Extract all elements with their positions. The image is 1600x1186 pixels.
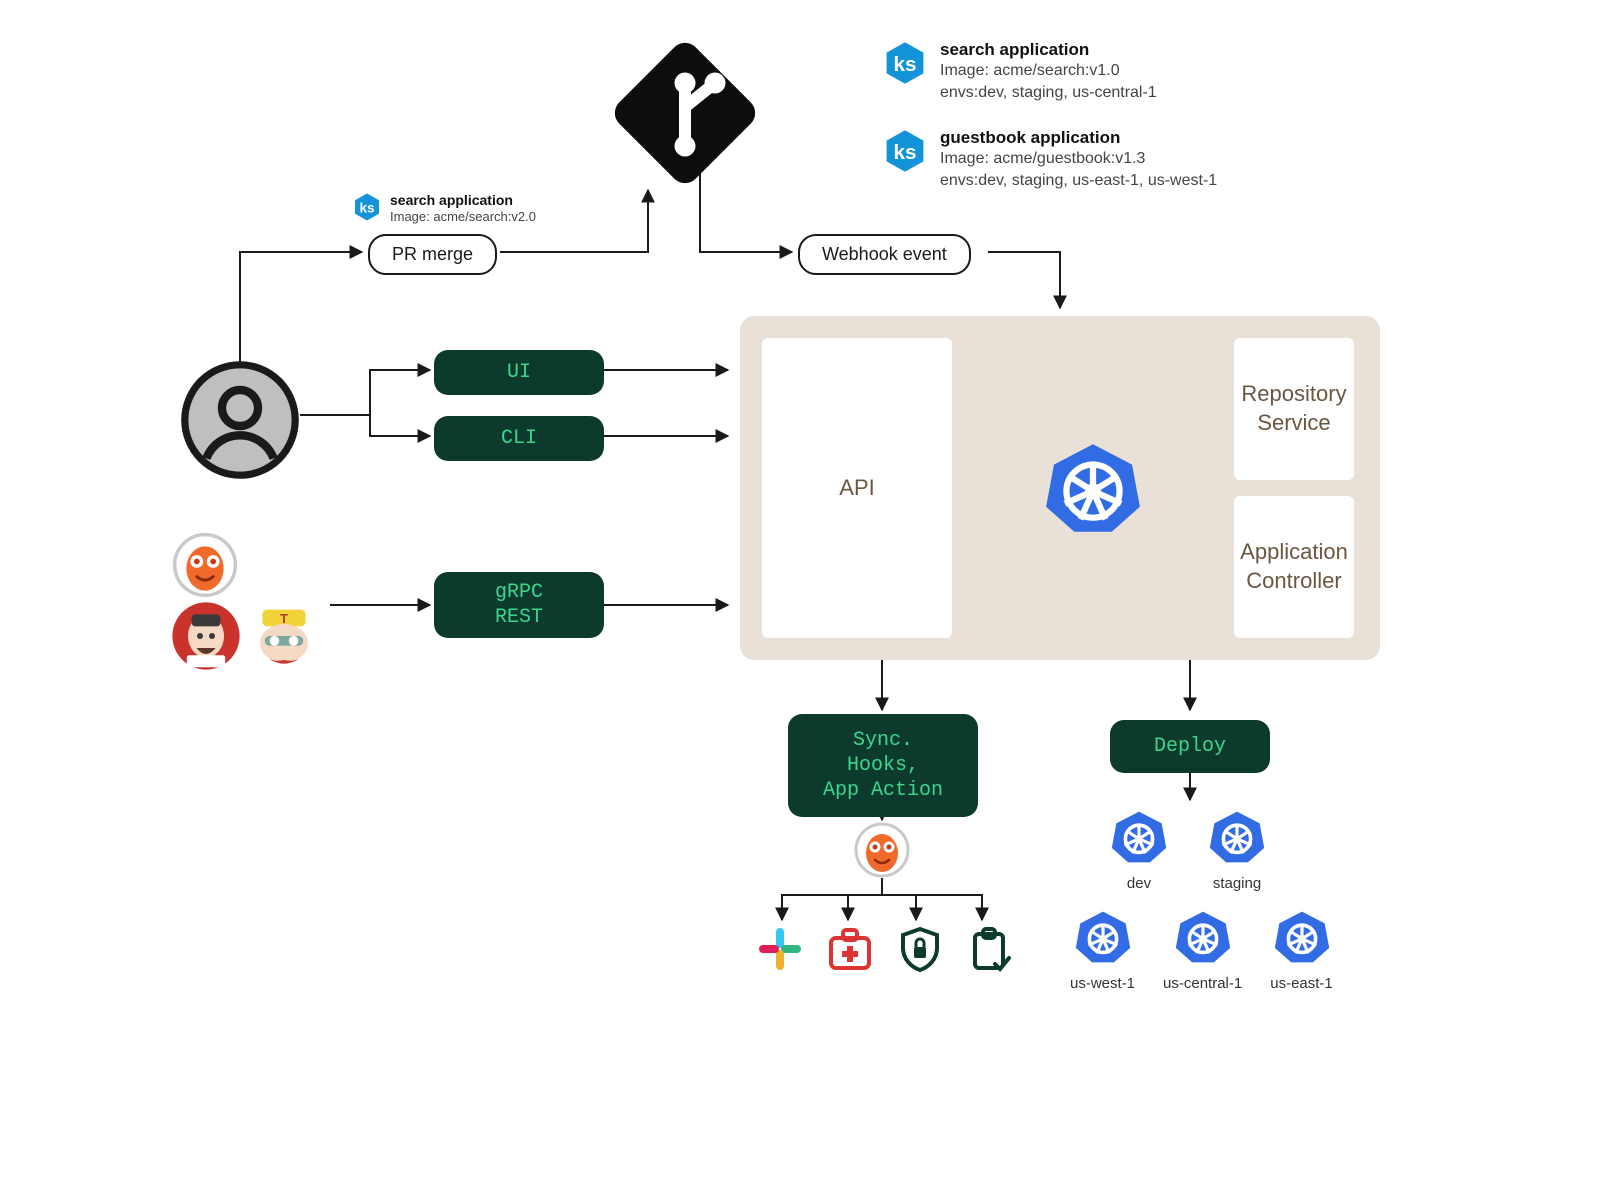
app-guestbook-title: guestbook application — [940, 128, 1217, 148]
cluster-useast1-label: us-east-1 — [1270, 975, 1333, 992]
argocd-api: API — [762, 338, 952, 638]
kubernetes-icon — [1273, 908, 1331, 966]
ci-tools-group: T — [170, 530, 340, 672]
cluster-row-2: us-west-1 us-central-1 us-east-1 — [1070, 908, 1333, 992]
svg-text:ks: ks — [893, 53, 916, 76]
app-guestbook-info: ks guestbook application Image: acme/gue… — [882, 128, 1217, 191]
cli-label: CLI — [434, 416, 604, 461]
app-search-title: search application — [940, 40, 1157, 60]
notification-targets — [755, 924, 1015, 974]
argocd-app-controller: Application Controller — [1234, 496, 1354, 638]
kubernetes-icon — [1174, 908, 1232, 966]
app-search-info: ks search application Image: acme/search… — [882, 40, 1157, 103]
app-search-image: Image: acme/search:v1.0 — [940, 60, 1157, 82]
svg-text:ks: ks — [893, 141, 916, 164]
argo-icon — [852, 820, 912, 885]
ksonnet-icon: ks — [882, 128, 928, 174]
jenkins-icon — [170, 600, 242, 672]
ksonnet-icon: ks — [352, 192, 382, 222]
slack-icon — [755, 924, 805, 974]
ksonnet-icon: ks — [882, 40, 928, 86]
kubernetes-icon — [1110, 808, 1168, 866]
clipboard-check-icon — [965, 924, 1015, 974]
svg-text:T: T — [280, 611, 288, 626]
argocd-repo-service: Repository Service — [1234, 338, 1354, 480]
kubernetes-icon — [1208, 808, 1266, 866]
kubernetes-icon — [1043, 438, 1143, 538]
grpc-label: gRPC REST — [434, 572, 604, 638]
deploy-label: Deploy — [1110, 720, 1270, 773]
app-update-info: ks search application Image: acme/search… — [352, 192, 536, 226]
app-guestbook-envs: envs:dev, staging, us-east-1, us-west-1 — [940, 170, 1217, 192]
argocd-box: API Repository Service Application Contr… — [740, 316, 1380, 660]
ui-label: UI — [434, 350, 604, 395]
git-icon — [610, 38, 760, 193]
app-update-image: Image: acme/search:v2.0 — [390, 208, 536, 226]
pr-merge-label: PR merge — [368, 234, 497, 275]
sync-hooks-label: Sync. Hooks, App Action — [788, 714, 978, 817]
argo-icon — [170, 530, 240, 600]
webhook-label: Webhook event — [798, 234, 971, 275]
kubernetes-icon — [1074, 908, 1132, 966]
svg-text:ks: ks — [359, 200, 374, 215]
shield-lock-icon — [895, 924, 945, 974]
cluster-uswest1-label: us-west-1 — [1070, 975, 1135, 992]
cluster-staging-label: staging — [1208, 875, 1266, 892]
cluster-row-1: dev staging — [1110, 808, 1266, 892]
medkit-icon — [825, 924, 875, 974]
cluster-uscentral1-label: us-central-1 — [1163, 975, 1242, 992]
app-guestbook-image: Image: acme/guestbook:v1.3 — [940, 148, 1217, 170]
app-search-envs: envs:dev, staging, us-central-1 — [940, 82, 1157, 104]
app-update-title: search application — [390, 192, 536, 208]
user-icon — [180, 360, 300, 485]
travis-icon: T — [248, 600, 320, 672]
cluster-dev-label: dev — [1110, 875, 1168, 892]
